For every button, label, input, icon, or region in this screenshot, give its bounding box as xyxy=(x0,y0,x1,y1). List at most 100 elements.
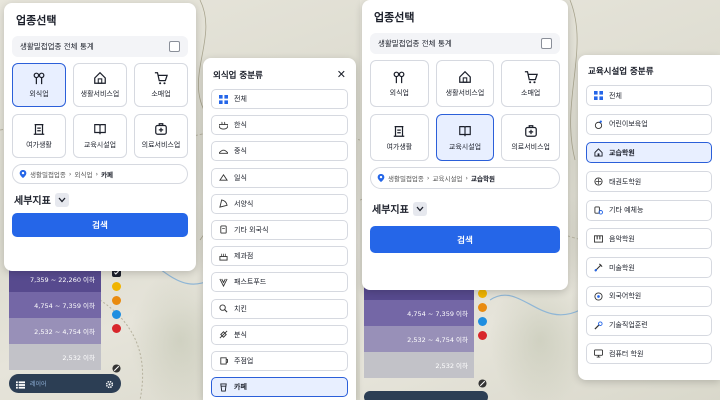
tile-label: 여가생활 xyxy=(386,142,413,151)
pizza-icon xyxy=(219,199,228,208)
category-dot-orange[interactable] xyxy=(478,303,487,312)
sub-item-cafe[interactable]: 카페 xyxy=(211,377,348,398)
sub-item-language[interactable]: 외국어학원 xyxy=(586,285,712,307)
tile-retail[interactable]: 소매업 xyxy=(501,60,560,107)
breadcrumb-root[interactable]: 생활밀접업종 xyxy=(388,173,424,183)
tile-living-service[interactable]: 생활서비스업 xyxy=(73,63,127,107)
category-grid: 외식업 생활서비스업 소매업 여가생활 교육시설업 의료서비스업 xyxy=(12,63,188,158)
leisure-icon xyxy=(394,125,405,137)
utensils-icon xyxy=(33,72,45,85)
layer-toolbar-right[interactable] xyxy=(364,391,488,400)
tile-medical[interactable]: 의료서비스업 xyxy=(134,114,188,158)
legend-band: 4,754 ~ 7,359 이하 xyxy=(364,300,474,326)
tile-medical[interactable]: 의료서비스업 xyxy=(501,114,560,161)
category-dot-red[interactable] xyxy=(112,324,121,333)
cart-icon xyxy=(524,70,538,83)
sub-item-art[interactable]: 미술학원 xyxy=(586,257,712,279)
tile-living-service[interactable]: 생활서비스업 xyxy=(435,60,495,107)
sub-item-vocational[interactable]: 기술직업훈련 xyxy=(586,314,712,336)
sub-item-pub[interactable]: 주점업 xyxy=(211,350,348,371)
sub-item-childcare[interactable]: 어린이보육업 xyxy=(586,113,712,135)
category-dot-blue[interactable] xyxy=(112,310,121,319)
sub-item-western[interactable]: 서양식 xyxy=(211,193,348,214)
sub-item-label: 주점업 xyxy=(234,356,254,365)
sub-item-label: 치킨 xyxy=(234,304,247,313)
sub-item-music[interactable]: 음악학원 xyxy=(586,228,712,250)
sub-item-label: 미술학원 xyxy=(609,263,635,272)
sub-item-all[interactable]: 전체 xyxy=(211,89,348,109)
detail-metrics-toggle[interactable]: 세부지표 xyxy=(372,201,560,216)
sub-item-taekwondo[interactable]: 태권도학원 xyxy=(586,171,712,193)
sub-category-panel-food: 외식업 중분류 ✕ 전체 한식 중식 일식 서양식 기타 외국식 제과점 패스트… xyxy=(203,58,356,400)
category-dot-red[interactable] xyxy=(478,331,487,340)
computer-icon xyxy=(594,349,603,358)
detail-label: 세부지표 xyxy=(14,196,51,207)
chevron-right-icon: › xyxy=(95,170,99,178)
sub-item-snack[interactable]: 분식 xyxy=(211,324,348,345)
breadcrumb-mid[interactable]: 외식업 xyxy=(75,169,93,179)
tile-food[interactable]: 외식업 xyxy=(370,60,429,107)
panel-title: 업종선택 xyxy=(374,11,415,24)
list-icon[interactable] xyxy=(16,374,25,393)
sub-item-label: 패스트푸드 xyxy=(234,278,267,287)
tile-leisure[interactable]: 여가생활 xyxy=(370,114,429,161)
chevron-right-icon: › xyxy=(68,170,72,178)
tile-leisure[interactable]: 여가생활 xyxy=(12,114,66,158)
category-dot-blue[interactable] xyxy=(478,317,487,326)
sub-item-computer[interactable]: 컴퓨터 학원 xyxy=(586,343,712,365)
tile-education[interactable]: 교육시설업 xyxy=(435,114,495,161)
location-pin-icon xyxy=(19,170,27,178)
search-button[interactable]: 검색 xyxy=(12,213,188,237)
tile-label: 교육시설업 xyxy=(83,141,117,149)
sub-item-other-foreign[interactable]: 기타 외국식 xyxy=(211,219,348,240)
tile-retail[interactable]: 소매업 xyxy=(134,63,188,107)
sub-item-chicken[interactable]: 치킨 xyxy=(211,298,348,319)
tile-food[interactable]: 외식업 xyxy=(12,63,66,107)
taekwondo-icon xyxy=(594,177,603,186)
category-dot-yellow[interactable] xyxy=(112,282,121,291)
legend-band: 2,532 이하 xyxy=(9,344,101,370)
sub-item-label: 제과점 xyxy=(234,252,254,261)
grid-icon xyxy=(594,91,603,100)
detail-metrics-toggle[interactable]: 세부지표 xyxy=(14,192,188,207)
layer-toolbar[interactable]: 레이어 xyxy=(9,374,121,393)
house-icon xyxy=(459,70,471,83)
sub-item-arts[interactable]: 기타 예체능 xyxy=(586,199,712,221)
chevron-down-icon[interactable] xyxy=(412,201,427,216)
breadcrumb-mid[interactable]: 교육시설업 xyxy=(433,173,463,183)
category-dot-orange[interactable] xyxy=(112,296,121,305)
tile-label: 의료서비스업 xyxy=(141,141,181,149)
gear-icon[interactable] xyxy=(105,374,114,393)
tile-label: 교육시설업 xyxy=(448,142,482,151)
sub-panel-header: 교육시설업 중분류 xyxy=(588,65,710,77)
medical-icon xyxy=(524,124,537,137)
category-dot-yellow[interactable] xyxy=(478,289,487,298)
all-stats-checkbox[interactable] xyxy=(169,41,180,52)
sub-item-korean[interactable]: 한식 xyxy=(211,115,348,136)
all-stats-toggle[interactable]: 생활밀접업종 전체 통계 xyxy=(370,33,560,54)
close-icon[interactable]: ✕ xyxy=(337,68,346,81)
sub-item-label: 서양식 xyxy=(234,199,254,208)
sub-item-academy[interactable]: 교습학원 xyxy=(586,142,712,164)
sub-item-all[interactable]: 전체 xyxy=(586,85,712,106)
leisure-icon xyxy=(33,124,45,135)
sub-item-japanese[interactable]: 일식 xyxy=(211,167,348,188)
wrench-icon xyxy=(594,320,603,330)
sub-item-bakery[interactable]: 제과점 xyxy=(211,246,348,267)
chevron-right-icon: › xyxy=(465,174,469,182)
business-select-panel-right: 업종선택 생활밀접업종 전체 통계 외식업 생활서비스업 소매업 여가생활 교육… xyxy=(362,0,568,290)
bowl-icon xyxy=(219,121,228,130)
all-stats-checkbox[interactable] xyxy=(541,38,552,49)
breadcrumb-root[interactable]: 생활밀접업종 xyxy=(30,169,66,179)
sub-panel-header: 외식업 중분류 ✕ xyxy=(213,68,346,81)
sub-item-label: 태권도학원 xyxy=(609,177,642,186)
chevron-down-icon[interactable] xyxy=(54,192,69,207)
tile-education[interactable]: 교육시설업 xyxy=(73,114,127,158)
tile-label: 생활서비스업 xyxy=(80,90,120,98)
search-button[interactable]: 검색 xyxy=(370,226,560,253)
all-stats-toggle[interactable]: 생활밀접업종 전체 통계 xyxy=(12,36,188,57)
sub-item-chinese[interactable]: 중식 xyxy=(211,141,348,162)
location-pin-icon xyxy=(377,174,385,182)
sub-item-label: 중식 xyxy=(234,147,247,156)
sub-item-fastfood[interactable]: 패스트푸드 xyxy=(211,272,348,293)
